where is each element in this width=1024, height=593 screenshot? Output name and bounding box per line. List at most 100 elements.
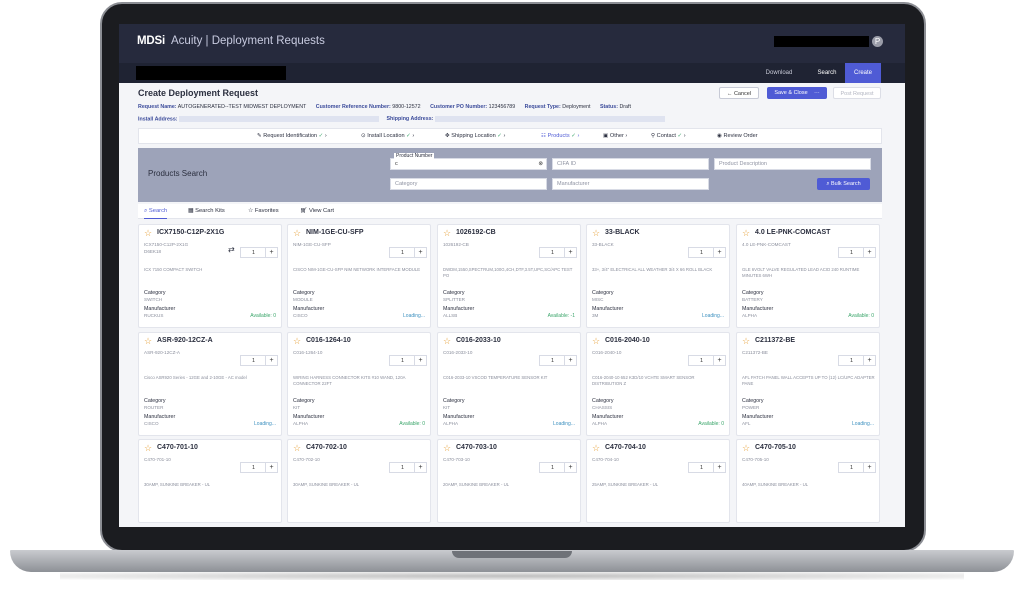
star-icon[interactable]: ☆ [144, 337, 152, 346]
cifa-id-field[interactable]: CIFA ID [552, 158, 709, 170]
quantity-value[interactable]: 1 [241, 356, 266, 366]
nav-download[interactable]: Download [759, 63, 799, 83]
save-close-button[interactable]: Save & Close ··· [767, 87, 827, 99]
plus-icon[interactable]: + [414, 463, 426, 472]
bulk-search-button[interactable]: ⌕ Bulk Search [817, 178, 870, 190]
plus-icon[interactable]: + [863, 463, 875, 472]
product-card[interactable]: ☆ C016-2040-10 C016-2040-10 1 + C016-2040-10 … [586, 332, 730, 436]
product-card[interactable]: ☆ C016-2033-10 C016-2033-10 1 + C016-2033-10 … [437, 332, 581, 436]
star-icon[interactable]: ☆ [742, 444, 750, 453]
quantity-stepper[interactable]: 1 + [838, 247, 876, 258]
quantity-value[interactable]: 1 [839, 356, 864, 366]
star-icon[interactable]: ☆ [742, 229, 750, 238]
star-icon[interactable]: ☆ [592, 444, 600, 453]
quantity-stepper[interactable]: 1 + [838, 355, 876, 366]
product-description-field[interactable]: Product Description [714, 158, 871, 170]
product-card[interactable]: ☆ ASR-920-12CZ-A ASR-920-12CZ-A 1 + Cisco ASR… [138, 332, 282, 436]
cancel-button[interactable]: ← Cancel [719, 87, 759, 99]
star-icon[interactable]: ☆ [293, 444, 301, 453]
nav-search[interactable]: Search [809, 63, 845, 83]
swap-icon[interactable]: ⇄ [228, 245, 235, 254]
step-review-order[interactable]: ◉ Review Order [717, 129, 758, 144]
quantity-value[interactable]: 1 [689, 356, 714, 366]
product-card[interactable]: ☆ C016-1264-10 C016-1264-10 1 + WIRING HARNES… [287, 332, 431, 436]
quantity-stepper[interactable]: 1 + [539, 355, 577, 366]
product-card[interactable]: ☆ C470-704-10 C470-704-10 1 +25AMP, SUNKINE … [586, 439, 730, 523]
plus-icon[interactable]: + [265, 248, 277, 257]
plus-icon[interactable]: + [564, 463, 576, 472]
quantity-stepper[interactable]: 1 + [240, 462, 278, 473]
plus-icon[interactable]: + [265, 356, 277, 365]
step-other[interactable]: ▣ Other › [603, 129, 627, 144]
more-options-button[interactable]: ··· [814, 90, 820, 96]
plus-icon[interactable]: + [863, 356, 875, 365]
quantity-value[interactable]: 1 [689, 248, 714, 258]
quantity-value[interactable]: 1 [839, 248, 864, 258]
step-request-identification[interactable]: ✎ Request Identification ✓ › [257, 129, 327, 144]
post-request-button[interactable]: Post Request [833, 87, 881, 99]
quantity-value[interactable]: 1 [689, 463, 714, 473]
product-card[interactable]: ☆ 4.0 LE-PNK-COMCAST 4.0 LE-PNK-COMCAST 1 + G… [736, 224, 880, 328]
step-products[interactable]: ☷ Products ✓ › [541, 129, 579, 144]
star-icon[interactable]: ☆ [144, 444, 152, 453]
quantity-value[interactable]: 1 [540, 248, 565, 258]
quantity-stepper[interactable]: 1 + [688, 247, 726, 258]
plus-icon[interactable]: + [713, 248, 725, 257]
star-icon[interactable]: ☆ [592, 229, 600, 238]
quantity-value[interactable]: 1 [390, 248, 415, 258]
quantity-value[interactable]: 1 [839, 463, 864, 473]
tab-search-kits[interactable]: ▦ Search Kits [188, 204, 225, 218]
product-card[interactable]: ☆ C470-702-10 C470-702-10 1 +30AMP, SUNKINE … [287, 439, 431, 523]
quantity-value[interactable]: 1 [540, 356, 565, 366]
quantity-stepper[interactable]: 1 + [688, 355, 726, 366]
quantity-stepper[interactable]: 1 + [688, 462, 726, 473]
quantity-value[interactable]: 1 [540, 463, 565, 473]
step-install-location[interactable]: ⊙ Install Location ✓ › [361, 129, 414, 144]
step-contact[interactable]: ⚲ Contact ✓ › [651, 129, 686, 144]
quantity-stepper[interactable]: 1 + [240, 355, 278, 366]
quantity-value[interactable]: 1 [390, 356, 415, 366]
quantity-stepper[interactable]: 1 + [539, 247, 577, 258]
quantity-stepper[interactable]: 1 + [389, 247, 427, 258]
product-card[interactable]: ☆ C470-701-10 C470-701-10 1 +30AMP, SUNKINE … [138, 439, 282, 523]
manufacturer-field[interactable]: Manufacturer [552, 178, 709, 190]
avatar[interactable]: P [872, 36, 883, 47]
plus-icon[interactable]: + [713, 463, 725, 472]
category-field[interactable]: Category [390, 178, 547, 190]
star-icon[interactable]: ☆ [293, 229, 301, 238]
plus-icon[interactable]: + [564, 248, 576, 257]
plus-icon[interactable]: + [414, 356, 426, 365]
star-icon[interactable]: ☆ [293, 337, 301, 346]
star-icon[interactable]: ☆ [742, 337, 750, 346]
nav-create[interactable]: Create [845, 63, 881, 83]
tab-search[interactable]: ⌕ Search [144, 204, 168, 219]
product-number-field[interactable]: Product Number c ⊗ [390, 153, 547, 170]
star-icon[interactable]: ☆ [443, 444, 451, 453]
plus-icon[interactable]: + [564, 356, 576, 365]
clear-icon[interactable]: ⊗ [538, 159, 543, 170]
plus-icon[interactable]: + [863, 248, 875, 257]
product-card[interactable]: ☆ 33-BLACK 33-BLACK 1 +33+, 3/4" ELECTRICAL … [586, 224, 730, 328]
star-icon[interactable]: ☆ [443, 337, 451, 346]
quantity-value[interactable]: 1 [241, 248, 266, 258]
product-card[interactable]: ☆ C470-705-10 C470-705-10 1 +40AMP, SUNKINE … [736, 439, 880, 523]
quantity-stepper[interactable]: 1 + [240, 247, 278, 258]
user-name-redacted[interactable] [774, 36, 869, 47]
tab-favorites[interactable]: ☆ Favorites [248, 204, 279, 218]
product-card[interactable]: ☆ C211372-BE C211372-BE 1 + AFL PATCH PANEL W… [736, 332, 880, 436]
product-card[interactable]: ☆ 1026192-CB 1026192-CB 1 + DWDM,1550,SPECTRU… [437, 224, 581, 328]
quantity-stepper[interactable]: 1 + [838, 462, 876, 473]
star-icon[interactable]: ☆ [443, 229, 451, 238]
product-card[interactable]: ☆ NIM-1GE-CU-SFP NIM-1GE-CU-SFP 1 + CISCO NIM… [287, 224, 431, 328]
quantity-stepper[interactable]: 1 + [389, 355, 427, 366]
quantity-stepper[interactable]: 1 + [539, 462, 577, 473]
tab-view-cart[interactable]: 🛒︎ View Cart [300, 204, 334, 218]
plus-icon[interactable]: + [414, 248, 426, 257]
star-icon[interactable]: ☆ [592, 337, 600, 346]
product-card[interactable]: ☆ ICX7150-C12P-2X1G ICX7150-C12P-2X1G D6EK1… [138, 224, 282, 328]
star-icon[interactable]: ☆ [144, 229, 152, 238]
product-card[interactable]: ☆ C470-703-10 C470-703-10 1 +20AMP, SUNKINE … [437, 439, 581, 523]
quantity-stepper[interactable]: 1 + [389, 462, 427, 473]
quantity-value[interactable]: 1 [390, 463, 415, 473]
step-shipping-location[interactable]: ✥ Shipping Location ✓ › [445, 129, 505, 144]
